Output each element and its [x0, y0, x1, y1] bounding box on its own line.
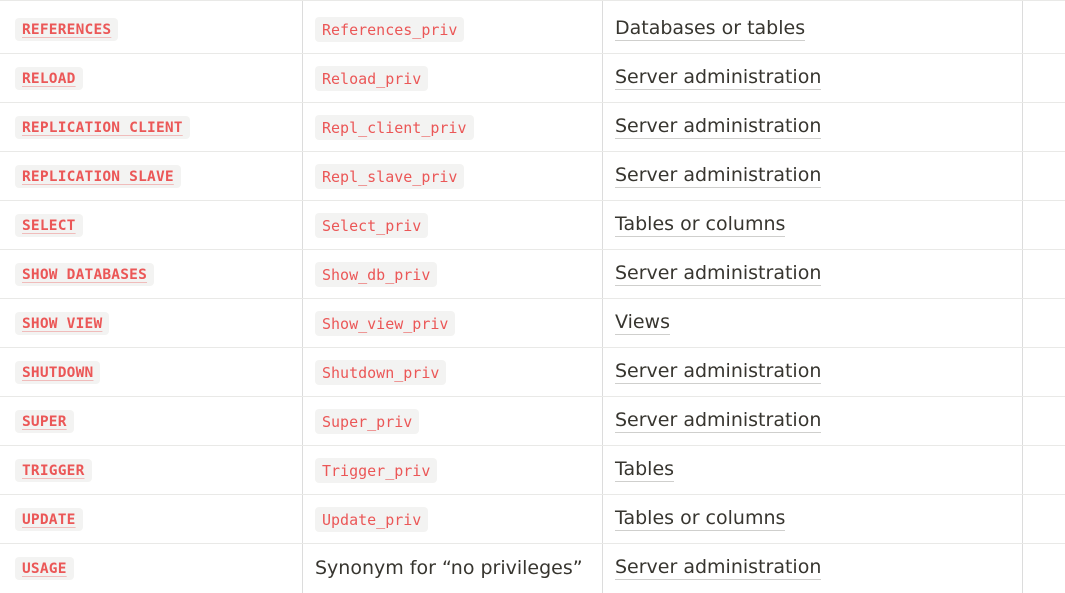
privilege-name[interactable]: REFERENCES	[15, 17, 119, 41]
privilege-name[interactable]: SHUTDOWN	[15, 360, 101, 384]
column-name: Repl_slave_priv	[315, 163, 465, 189]
context-link[interactable]: Server administration	[615, 409, 822, 433]
table-row: SELECT Select_priv Tables or columns	[0, 201, 1065, 250]
context-link[interactable]: Tables or columns	[615, 507, 786, 531]
context-link[interactable]: Server administration	[615, 262, 822, 286]
column-name: Super_priv	[315, 408, 420, 434]
privilege-name[interactable]: USAGE	[15, 556, 74, 580]
privilege-name[interactable]: REPLICATION CLIENT	[15, 115, 190, 139]
table-row: SHOW VIEW Show_view_priv Views	[0, 299, 1065, 348]
column-description: Synonym for “no privileges”	[315, 557, 583, 579]
column-name: Update_priv	[315, 506, 429, 532]
context-link[interactable]: Server administration	[615, 360, 822, 384]
column-name: Select_priv	[315, 212, 429, 238]
table-row: USAGE Synonym for “no privileges” Server…	[0, 544, 1065, 593]
context-link[interactable]: Views	[615, 311, 670, 335]
context-link[interactable]: Tables	[615, 458, 675, 482]
privilege-name[interactable]: SHOW DATABASES	[15, 262, 155, 286]
table-row: REPLICATION CLIENT Repl_client_priv Serv…	[0, 103, 1065, 152]
privilege-name[interactable]: RELOAD	[15, 66, 83, 90]
column-name: Shutdown_priv	[315, 359, 447, 385]
context-link[interactable]: Server administration	[615, 66, 822, 90]
privilege-name[interactable]: REPLICATION SLAVE	[15, 164, 181, 188]
table-row: SHUTDOWN Shutdown_priv Server administra…	[0, 348, 1065, 397]
privilege-name[interactable]: UPDATE	[15, 507, 83, 531]
column-name: Trigger_priv	[315, 457, 438, 483]
context-link[interactable]: Tables or columns	[615, 213, 786, 237]
table-row: REFERENCES References_priv Databases or …	[0, 5, 1065, 54]
context-link[interactable]: Server administration	[615, 115, 822, 139]
privilege-name[interactable]: SUPER	[15, 409, 74, 433]
column-name: Show_view_priv	[315, 310, 456, 336]
privilege-name[interactable]: TRIGGER	[15, 458, 92, 482]
column-name: Show_db_priv	[315, 261, 438, 287]
context-link[interactable]: Server administration	[615, 164, 822, 188]
table-row: SHOW DATABASES Show_db_priv Server admin…	[0, 250, 1065, 299]
column-name: Repl_client_priv	[315, 114, 474, 140]
column-name: References_priv	[315, 16, 465, 42]
context-link[interactable]: Databases or tables	[615, 17, 806, 41]
table-row: REPLICATION SLAVE Repl_slave_priv Server…	[0, 152, 1065, 201]
privilege-name[interactable]: SHOW VIEW	[15, 311, 110, 335]
table-row: TRIGGER Trigger_priv Tables	[0, 446, 1065, 495]
privileges-table: REFERENCES References_priv Databases or …	[0, 0, 1065, 593]
table-row: SUPER Super_priv Server administration	[0, 397, 1065, 446]
table-row: UPDATE Update_priv Tables or columns	[0, 495, 1065, 544]
privilege-name[interactable]: SELECT	[15, 213, 83, 237]
context-link[interactable]: Server administration	[615, 556, 822, 580]
column-name: Reload_priv	[315, 65, 429, 91]
table-row: RELOAD Reload_priv Server administration	[0, 54, 1065, 103]
